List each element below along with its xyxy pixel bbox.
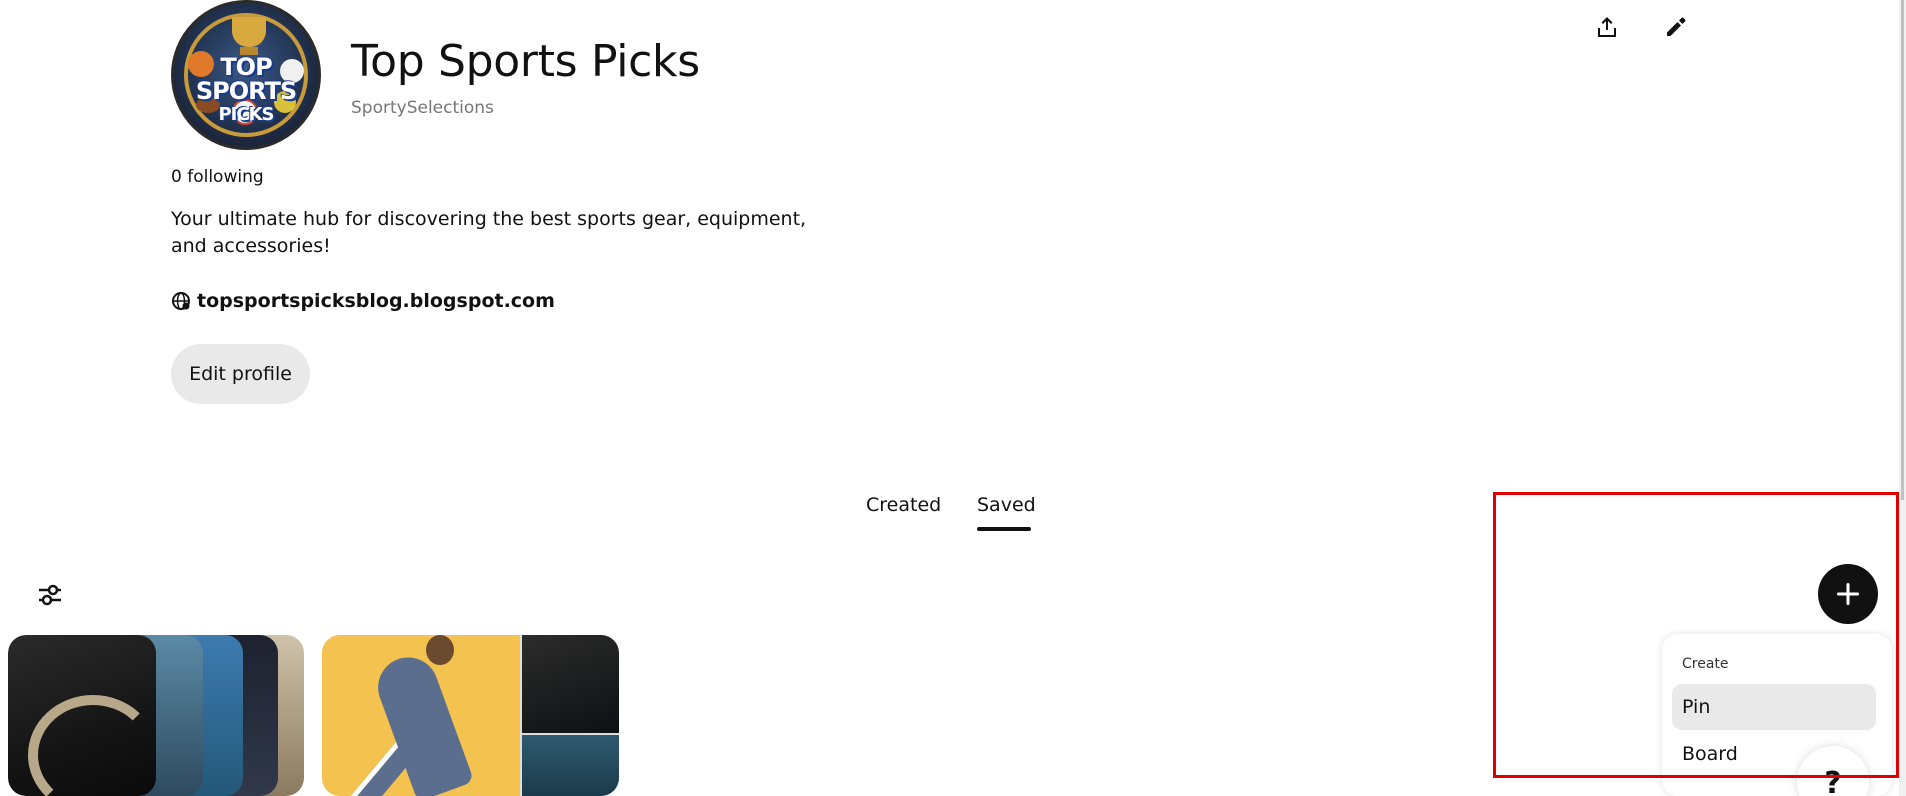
board-card[interactable] <box>8 635 304 796</box>
globe-icon <box>172 292 190 310</box>
avatar-logo-line2: PICKS <box>218 104 274 125</box>
scrollbar-thumb[interactable] <box>1901 0 1904 500</box>
avatar-logo-text: TOP SPORTS PICKS <box>174 55 318 127</box>
edit-profile-button[interactable]: Edit profile <box>171 344 310 404</box>
tab-saved[interactable]: Saved <box>977 494 1036 516</box>
figure-graphic <box>426 635 454 665</box>
avatar-logo-line1: TOP SPORTS <box>195 53 297 105</box>
trophy-graphic <box>232 17 266 47</box>
board-cover-image <box>8 635 158 796</box>
profile-avatar: TOP SPORTS PICKS <box>171 0 321 150</box>
board-card[interactable] <box>322 635 619 796</box>
menu-item-pin[interactable]: Pin <box>1672 684 1876 730</box>
website-link[interactable]: topsportspicksblog.blogspot.com <box>171 290 555 312</box>
create-menu-header: Create <box>1682 656 1729 672</box>
active-tab-indicator <box>977 527 1031 531</box>
following-count[interactable]: 0 following <box>171 167 264 187</box>
create-button[interactable] <box>1818 564 1878 624</box>
website-link-text[interactable]: topsportspicksblog.blogspot.com <box>197 290 555 312</box>
pencil-icon <box>1667 17 1686 36</box>
plus-icon <box>1837 583 1859 605</box>
profile-handle: SportySelections <box>351 98 494 118</box>
share-button[interactable] <box>1587 7 1627 47</box>
board-thumbnail <box>522 735 619 796</box>
board-cover-image <box>322 635 520 796</box>
filter-button[interactable] <box>30 575 70 615</box>
sliders-icon <box>39 584 61 606</box>
profile-bio: Your ultimate hub for discovering the be… <box>171 208 807 257</box>
board-thumbnail <box>522 635 619 733</box>
tab-created[interactable]: Created <box>866 494 941 516</box>
share-icon <box>1598 17 1616 37</box>
edit-board-button[interactable] <box>1656 7 1696 47</box>
profile-name: Top Sports Picks <box>351 36 700 87</box>
